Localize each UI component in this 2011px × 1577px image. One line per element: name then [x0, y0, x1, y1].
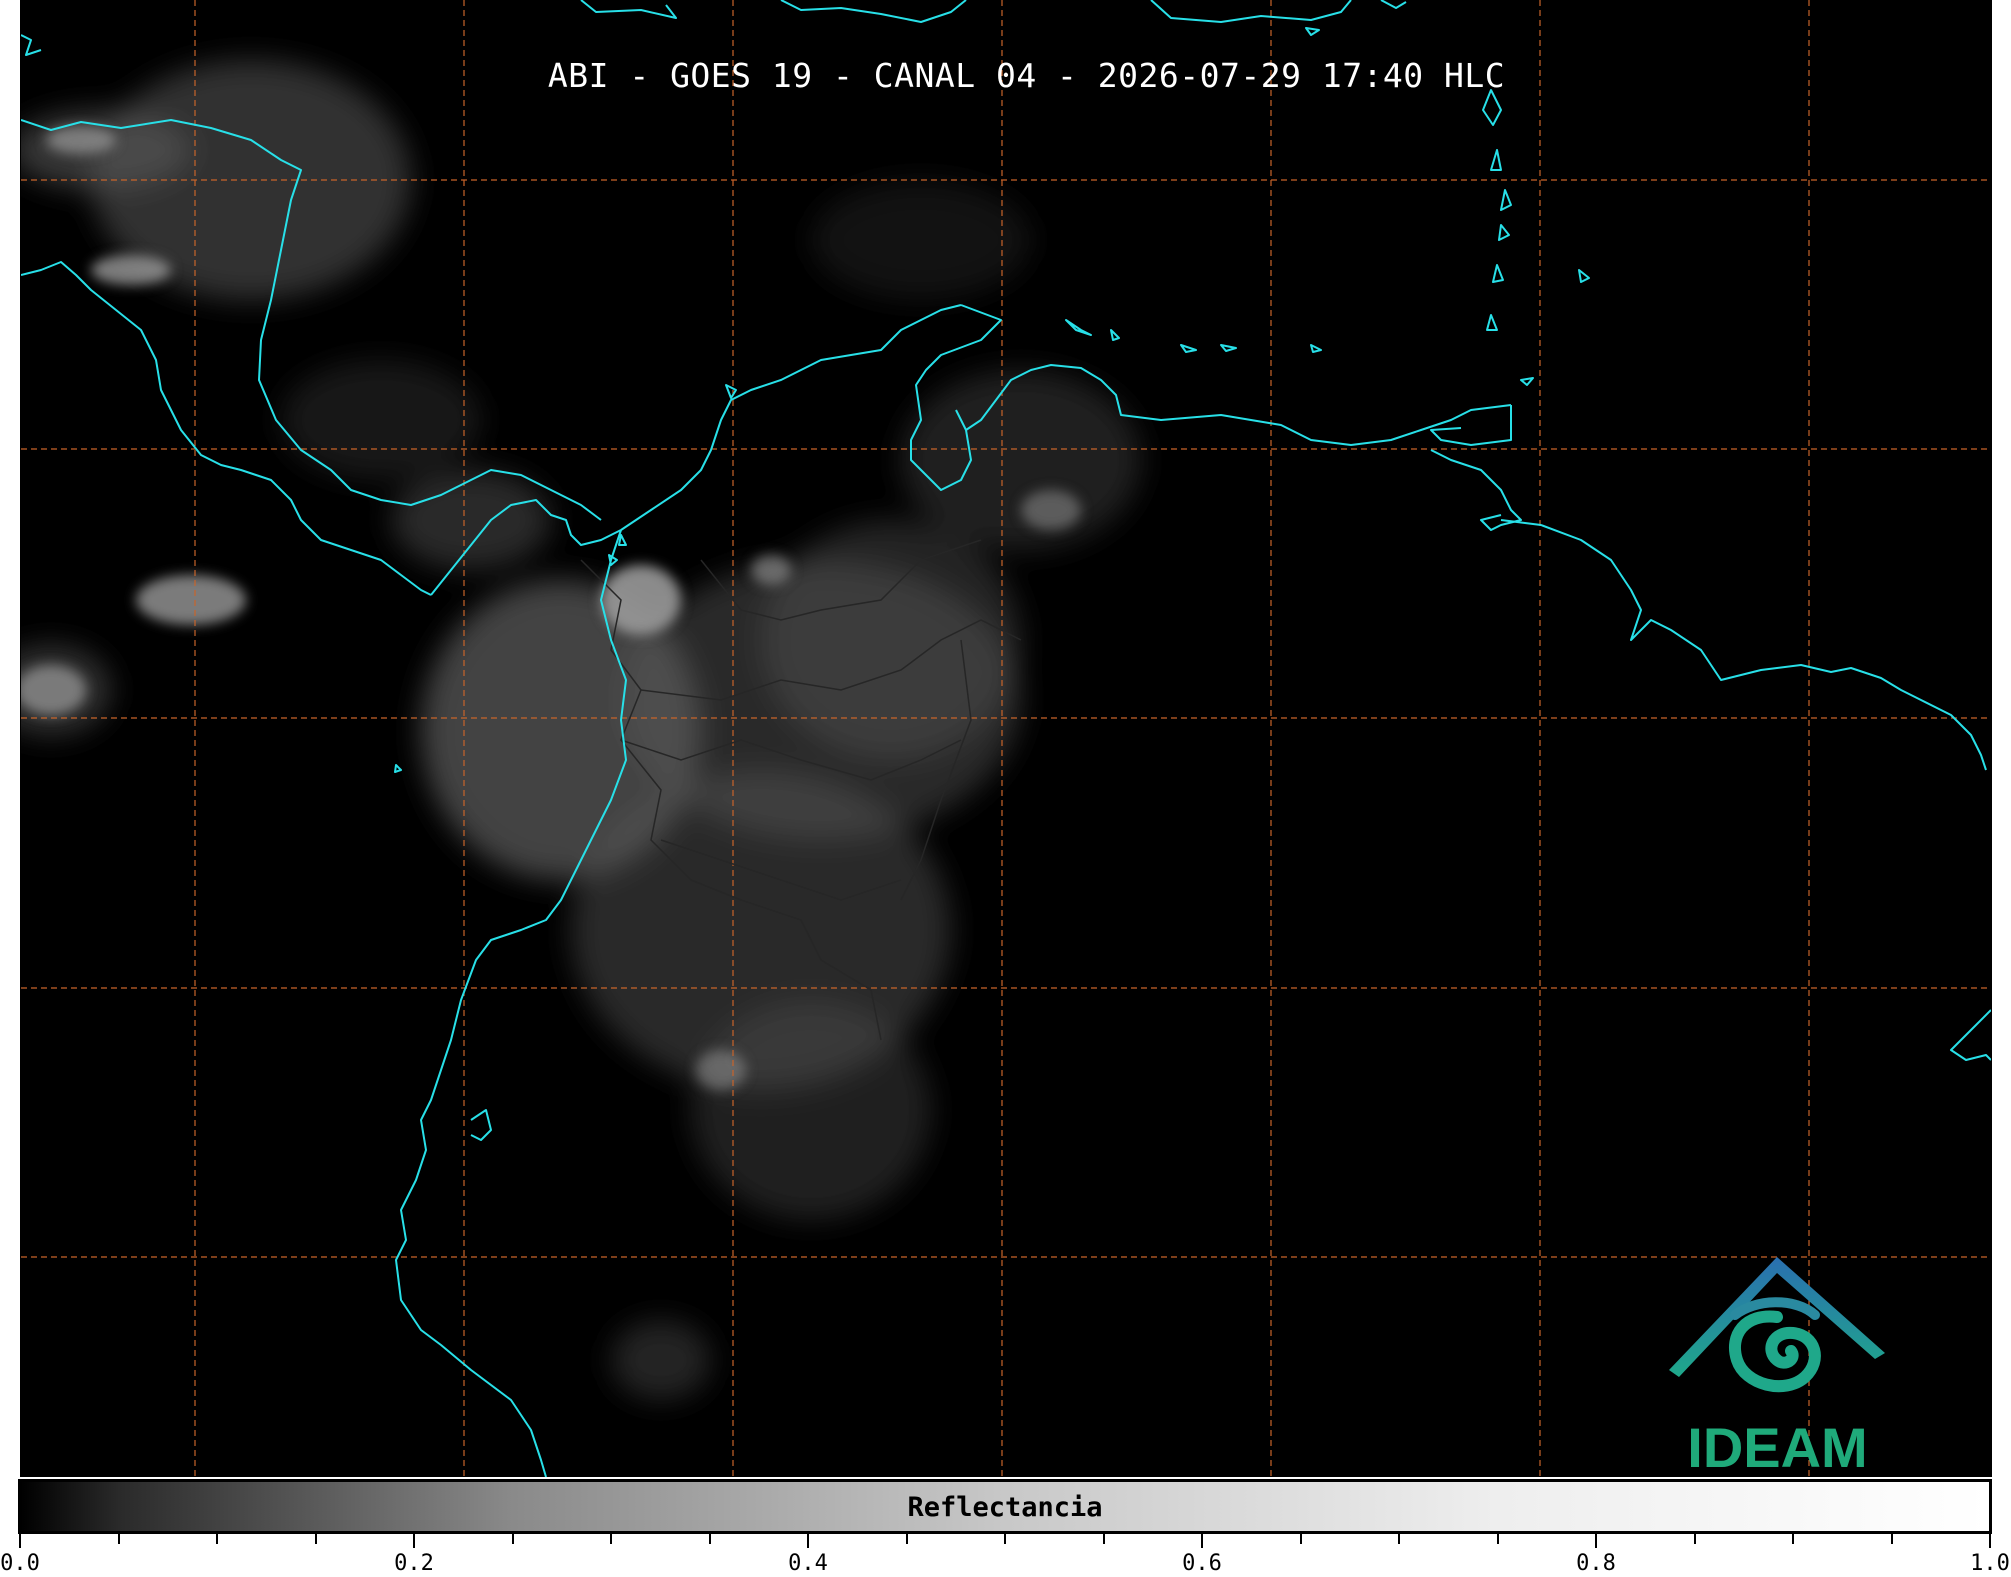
- colorbar-tick: [1102, 1534, 1105, 1544]
- colorbar-label: Reflectancia: [907, 1492, 1103, 1523]
- colorbar-tick: [1890, 1534, 1893, 1544]
- colorbar-tick-label: 0.6: [1182, 1551, 1222, 1576]
- ideam-logo-text: IDEAM: [1687, 1416, 1868, 1479]
- colorbar-tick: [1201, 1534, 1203, 1548]
- colorbar-tick: [1792, 1534, 1794, 1544]
- colorbar-tick: [1496, 1534, 1499, 1544]
- ideam-logo: IDEAM: [1665, 1255, 1890, 1479]
- colorbar-tick: [1299, 1534, 1302, 1544]
- colorbar-tick: [314, 1534, 317, 1544]
- colorbar-tick: [117, 1534, 120, 1544]
- colorbar-tick: [708, 1534, 711, 1544]
- colorbar-tick-label: 1.0: [1970, 1551, 2010, 1576]
- colorbar-tick: [413, 1534, 415, 1548]
- colorbar-tick: [216, 1534, 218, 1544]
- colorbar-tick-label: 0.0: [0, 1551, 40, 1576]
- colorbar-tick: [1595, 1534, 1597, 1548]
- cloud-layer: [21, 60, 1141, 1400]
- colorbar-tick: [1004, 1534, 1006, 1544]
- colorbar-tick: [511, 1534, 514, 1544]
- colorbar-tick-label: 0.8: [1576, 1551, 1616, 1576]
- colorbar: Reflectancia: [18, 1479, 1992, 1534]
- colorbar-tick-label: 0.2: [394, 1551, 434, 1576]
- colorbar-tick: [807, 1534, 809, 1548]
- colorbar-tick: [19, 1534, 21, 1548]
- colorbar-tick: [1693, 1534, 1696, 1544]
- map-title: ABI - GOES 19 - CANAL 04 - 2026-07-29 17…: [547, 56, 1506, 95]
- colorbar-tick: [905, 1534, 908, 1544]
- ideam-logo-graphic: [1669, 1257, 1885, 1392]
- colorbar-tick-label: 0.4: [788, 1551, 828, 1576]
- colorbar-tick: [610, 1534, 612, 1544]
- colorbar-tick: [1398, 1534, 1400, 1544]
- colorbar-tick: [1989, 1534, 1991, 1548]
